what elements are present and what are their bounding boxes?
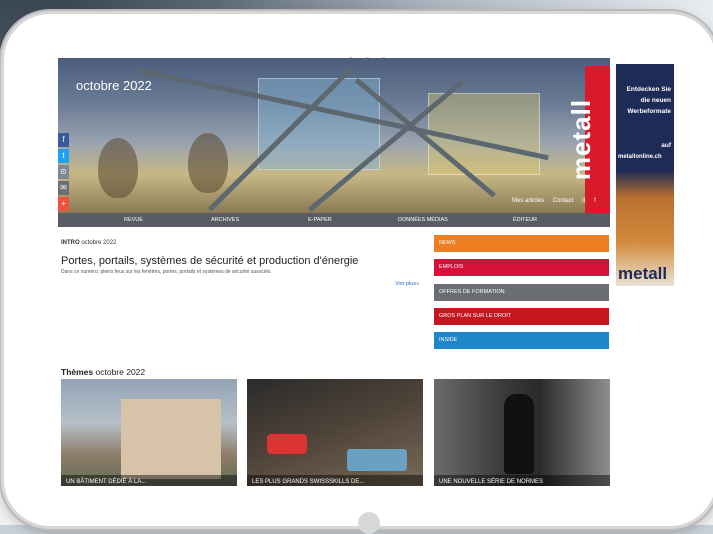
lang-fr-link[interactable]: f — [594, 198, 596, 204]
brand-logo-text: metall — [566, 98, 597, 181]
nav-archives[interactable]: ARCHIVES — [211, 217, 239, 223]
nav-revue[interactable]: REVUE — [124, 217, 143, 223]
menu-emplois[interactable]: EMPLOIS — [434, 259, 609, 276]
theme-card-1[interactable]: UN BÂTIMENT DÉDIÉ À LA... — [61, 379, 237, 486]
main-nav: REVUE ARCHIVES E-PAPER DONNÉES MÉDIAS ÉD… — [58, 213, 610, 227]
contact-link[interactable]: Contact — [553, 198, 574, 204]
hero-glass-facade — [258, 78, 380, 170]
theme-card-3[interactable]: UNE NOUVELLE SÉRIE DE NORMES — [434, 379, 610, 486]
ad-url: metallonline.ch — [618, 154, 662, 160]
glove-image — [267, 434, 307, 454]
see-more-link[interactable]: Voir plus» — [395, 281, 419, 287]
menu-news[interactable]: NEWS — [434, 235, 609, 252]
glove-image-2 — [347, 449, 407, 471]
whatsapp-share-icon[interactable]: ⊙ — [58, 165, 69, 179]
brand-logo[interactable]: metall — [566, 66, 610, 213]
issue-label: octobre 2022 — [76, 78, 152, 93]
intro-title[interactable]: Portes, portails, systèmes de sécurité e… — [61, 255, 358, 267]
ad-line-2: die neuen — [640, 97, 671, 104]
building-image — [121, 399, 221, 479]
intro-date: octobre 2022 — [81, 240, 117, 246]
theme-card-1-caption: UN BÂTIMENT DÉDIÉ À LA... — [61, 475, 237, 486]
email-share-icon[interactable]: ✉ — [58, 181, 69, 195]
hero-tree — [188, 133, 228, 193]
intro-text: Dans ce numéro, pleins feux sur les fenê… — [61, 269, 272, 275]
hero-tree — [98, 138, 138, 198]
ad-line-1: Entdecken Sie — [626, 86, 671, 93]
ad-line-3: Werbeformate — [627, 108, 671, 115]
menu-formation[interactable]: OFFRES DE FORMATION — [434, 284, 609, 301]
intro-label: INTRO — [61, 240, 80, 246]
themes-heading: Thèmes octobre 2022 — [61, 367, 145, 377]
theme-card-2[interactable]: LES PLUS GRANDS SWISSSKILLS DE... — [247, 379, 423, 486]
twitter-share-icon[interactable]: t — [58, 149, 69, 163]
theme-card-2-caption: LES PLUS GRANDS SWISSSKILLS DE... — [247, 475, 423, 486]
ad-banner[interactable]: Entdecken Sie die neuen Werbeformate auf… — [616, 64, 674, 286]
my-articles-link[interactable]: Mes articles — [512, 198, 544, 204]
home-button[interactable] — [358, 512, 380, 534]
facebook-share-icon[interactable]: f — [58, 133, 69, 147]
hero-banner: octobre 2022 metall Mes articles Contact… — [58, 58, 610, 213]
ad-line-4: auf — [661, 142, 671, 149]
person-image — [504, 394, 534, 474]
nav-donnees-medias[interactable]: DONNÉES MÉDIAS — [398, 217, 448, 223]
menu-droit[interactable]: GROS PLAN SUR LE DROIT — [434, 308, 609, 325]
nav-epaper[interactable]: E-PAPER — [308, 217, 332, 223]
meta-links: Mes articles Contact d f — [512, 198, 603, 204]
nav-editeur[interactable]: ÉDITEUR — [513, 217, 537, 223]
menu-inside[interactable]: INSIDE — [434, 332, 609, 349]
themes-date: octobre 2022 — [95, 367, 146, 377]
intro-tag: INTRO octobre 2022 — [61, 240, 116, 246]
lang-de-link[interactable]: d — [582, 198, 585, 204]
theme-card-3-caption: UNE NOUVELLE SÉRIE DE NORMES — [434, 475, 610, 486]
themes-label: Thèmes — [61, 367, 94, 377]
ad-logo: metall — [618, 264, 668, 283]
tablet-screen: octobre 2022 metall Mes articles Contact… — [58, 58, 675, 486]
more-share-icon[interactable]: + — [58, 197, 69, 211]
